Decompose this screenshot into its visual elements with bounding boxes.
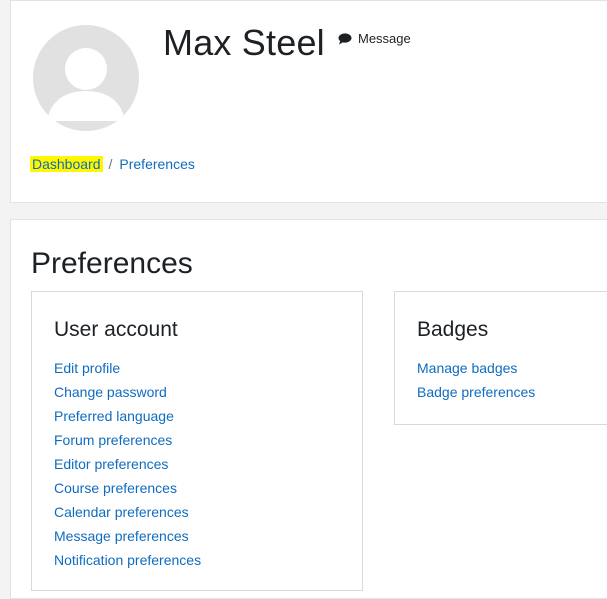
link-message-preferences[interactable]: Message preferences [54,524,201,548]
badges-links: Manage badges Badge preferences [417,356,535,404]
link-notification-preferences[interactable]: Notification preferences [54,548,201,572]
breadcrumb-dashboard[interactable]: Dashboard [30,156,103,172]
link-change-password[interactable]: Change password [54,380,201,404]
link-editor-preferences[interactable]: Editor preferences [54,452,201,476]
link-manage-badges[interactable]: Manage badges [417,356,535,380]
default-user-avatar-icon [33,25,139,131]
speech-bubble-icon [338,32,352,44]
message-label: Message [358,31,411,46]
breadcrumb-preferences[interactable]: Preferences [119,156,194,172]
link-calendar-preferences[interactable]: Calendar preferences [54,500,201,524]
breadcrumb-separator: / [108,156,113,172]
user-account-links: Edit profile Change password Preferred l… [54,356,201,572]
link-course-preferences[interactable]: Course preferences [54,476,201,500]
link-preferred-language[interactable]: Preferred language [54,404,201,428]
user-avatar [33,25,139,131]
user-account-panel: User account Edit profile Change passwor… [31,291,363,591]
user-account-title: User account [54,318,178,341]
breadcrumb: Dashboard / Preferences [30,156,195,172]
link-forum-preferences[interactable]: Forum preferences [54,428,201,452]
badges-title: Badges [417,318,489,341]
badges-panel: Badges Manage badges Badge preferences [394,291,607,425]
link-edit-profile[interactable]: Edit profile [54,356,201,380]
message-button[interactable]: Message [338,31,411,46]
page-title: Preferences [31,247,193,280]
user-fullname: Max Steel [163,22,325,63]
link-badge-preferences[interactable]: Badge preferences [417,380,535,404]
